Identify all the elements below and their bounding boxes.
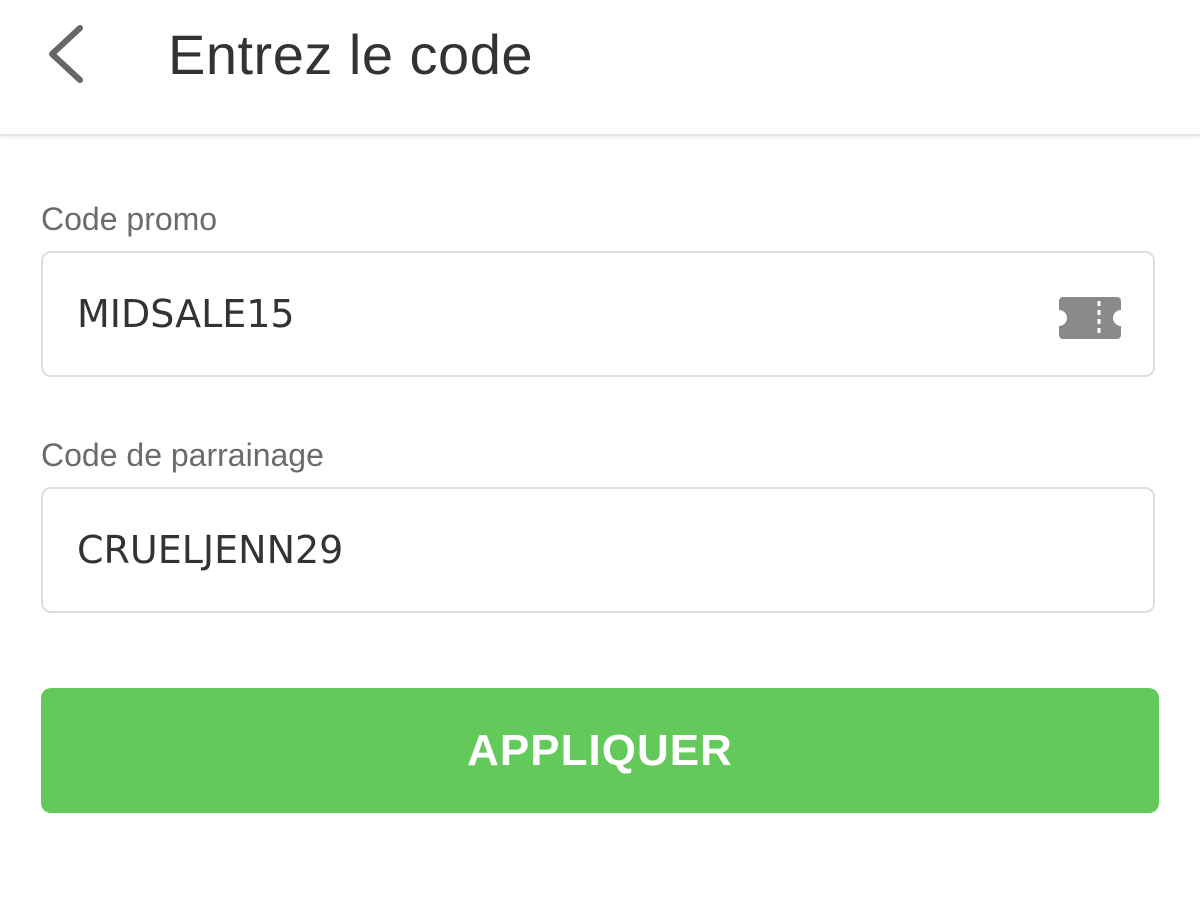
promo-code-input[interactable]: [77, 253, 1037, 375]
promo-code-label: Code promo: [41, 201, 218, 237]
back-button[interactable]: [30, 16, 102, 92]
referral-code-label: Code de parrainage: [41, 437, 324, 473]
referral-code-field[interactable]: [41, 487, 1155, 613]
promo-code-field[interactable]: [41, 251, 1155, 377]
chevron-left-icon: [49, 25, 83, 83]
page-title: Entrez le code: [168, 23, 533, 86]
app-header: Entrez le code: [0, 0, 1200, 136]
referral-code-input[interactable]: [77, 489, 1037, 611]
apply-button[interactable]: APPLIQUER: [41, 688, 1159, 813]
ticket-icon[interactable]: [1059, 297, 1121, 339]
